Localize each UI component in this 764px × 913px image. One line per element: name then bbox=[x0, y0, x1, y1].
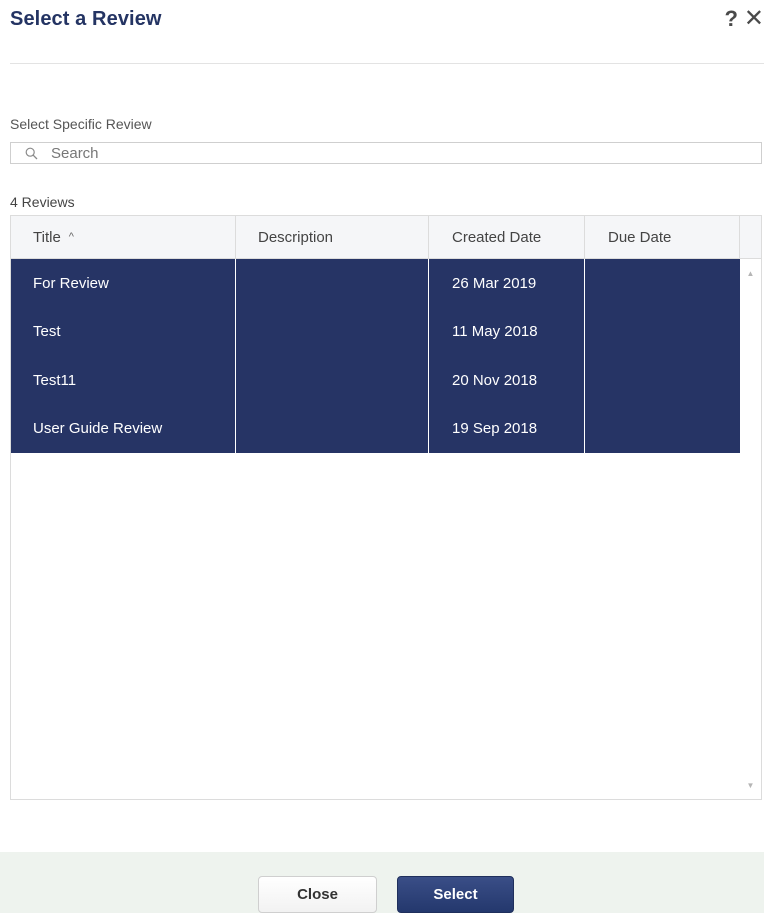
header-actions: ? ✕ bbox=[724, 7, 764, 31]
cell-title: Test bbox=[11, 307, 236, 356]
cell-due-date bbox=[585, 259, 740, 308]
dialog-footer: Close Select bbox=[0, 852, 764, 913]
dialog-header: Select a Review ? ✕ bbox=[0, 0, 764, 64]
cell-description bbox=[236, 259, 429, 308]
cell-due-date bbox=[585, 405, 740, 454]
column-description-label: Description bbox=[258, 228, 334, 246]
search-icon bbox=[25, 146, 39, 160]
cell-created-date: 19 Sep 2018 bbox=[429, 404, 585, 453]
cell-description bbox=[236, 404, 429, 453]
reviews-table: Title ^ Description Created Date Due Dat… bbox=[10, 215, 762, 800]
column-header-title[interactable]: Title ^ bbox=[11, 216, 236, 258]
dialog-title: Select a Review bbox=[10, 8, 162, 30]
cell-due-date bbox=[585, 308, 740, 357]
table-body: For Review 26 Mar 2019 Test 11 May 2018 … bbox=[11, 259, 761, 799]
column-header-description[interactable]: Description bbox=[236, 216, 429, 258]
cell-description bbox=[236, 307, 429, 356]
close-icon[interactable]: ✕ bbox=[744, 7, 764, 31]
table-rows: For Review 26 Mar 2019 Test 11 May 2018 … bbox=[11, 259, 740, 453]
table-row[interactable]: For Review 26 Mar 2019 bbox=[11, 259, 740, 308]
sort-ascending-icon: ^ bbox=[68, 231, 74, 243]
review-count-label: 4 Reviews bbox=[10, 194, 75, 210]
table-row[interactable]: User Guide Review 19 Sep 2018 bbox=[11, 404, 740, 454]
select-review-dialog: Select a Review ? ✕ Select Specific Revi… bbox=[0, 0, 764, 913]
cell-due-date bbox=[585, 356, 740, 405]
cell-title: Test11 bbox=[11, 356, 236, 405]
header-scroll-spacer bbox=[740, 216, 761, 258]
cell-description bbox=[236, 356, 429, 405]
column-due-label: Due Date bbox=[608, 228, 672, 246]
table-row[interactable]: Test 11 May 2018 bbox=[11, 307, 740, 357]
cell-title: User Guide Review bbox=[11, 404, 236, 453]
cell-title: For Review bbox=[11, 259, 236, 308]
column-title-label: Title bbox=[33, 228, 61, 246]
header-divider bbox=[10, 63, 764, 64]
table-row[interactable]: Test11 20 Nov 2018 bbox=[11, 356, 740, 405]
column-header-created-date[interactable]: Created Date bbox=[429, 216, 585, 258]
table-scrollbar[interactable]: ▲ ▼ bbox=[740, 259, 761, 799]
close-button[interactable]: Close bbox=[258, 876, 377, 913]
search-input[interactable] bbox=[51, 144, 651, 162]
search-box[interactable] bbox=[10, 142, 762, 164]
column-header-due-date[interactable]: Due Date bbox=[585, 216, 740, 258]
cell-created-date: 11 May 2018 bbox=[429, 307, 585, 356]
cell-created-date: 20 Nov 2018 bbox=[429, 356, 585, 405]
scroll-up-arrow-icon[interactable]: ▲ bbox=[740, 265, 761, 281]
table-header: Title ^ Description Created Date Due Dat… bbox=[11, 216, 761, 259]
column-created-label: Created Date bbox=[452, 228, 542, 246]
cell-created-date: 26 Mar 2019 bbox=[429, 259, 585, 308]
select-button[interactable]: Select bbox=[397, 876, 514, 913]
scroll-down-arrow-icon[interactable]: ▼ bbox=[740, 777, 761, 793]
search-section-label: Select Specific Review bbox=[10, 116, 152, 132]
help-icon[interactable]: ? bbox=[724, 7, 737, 31]
